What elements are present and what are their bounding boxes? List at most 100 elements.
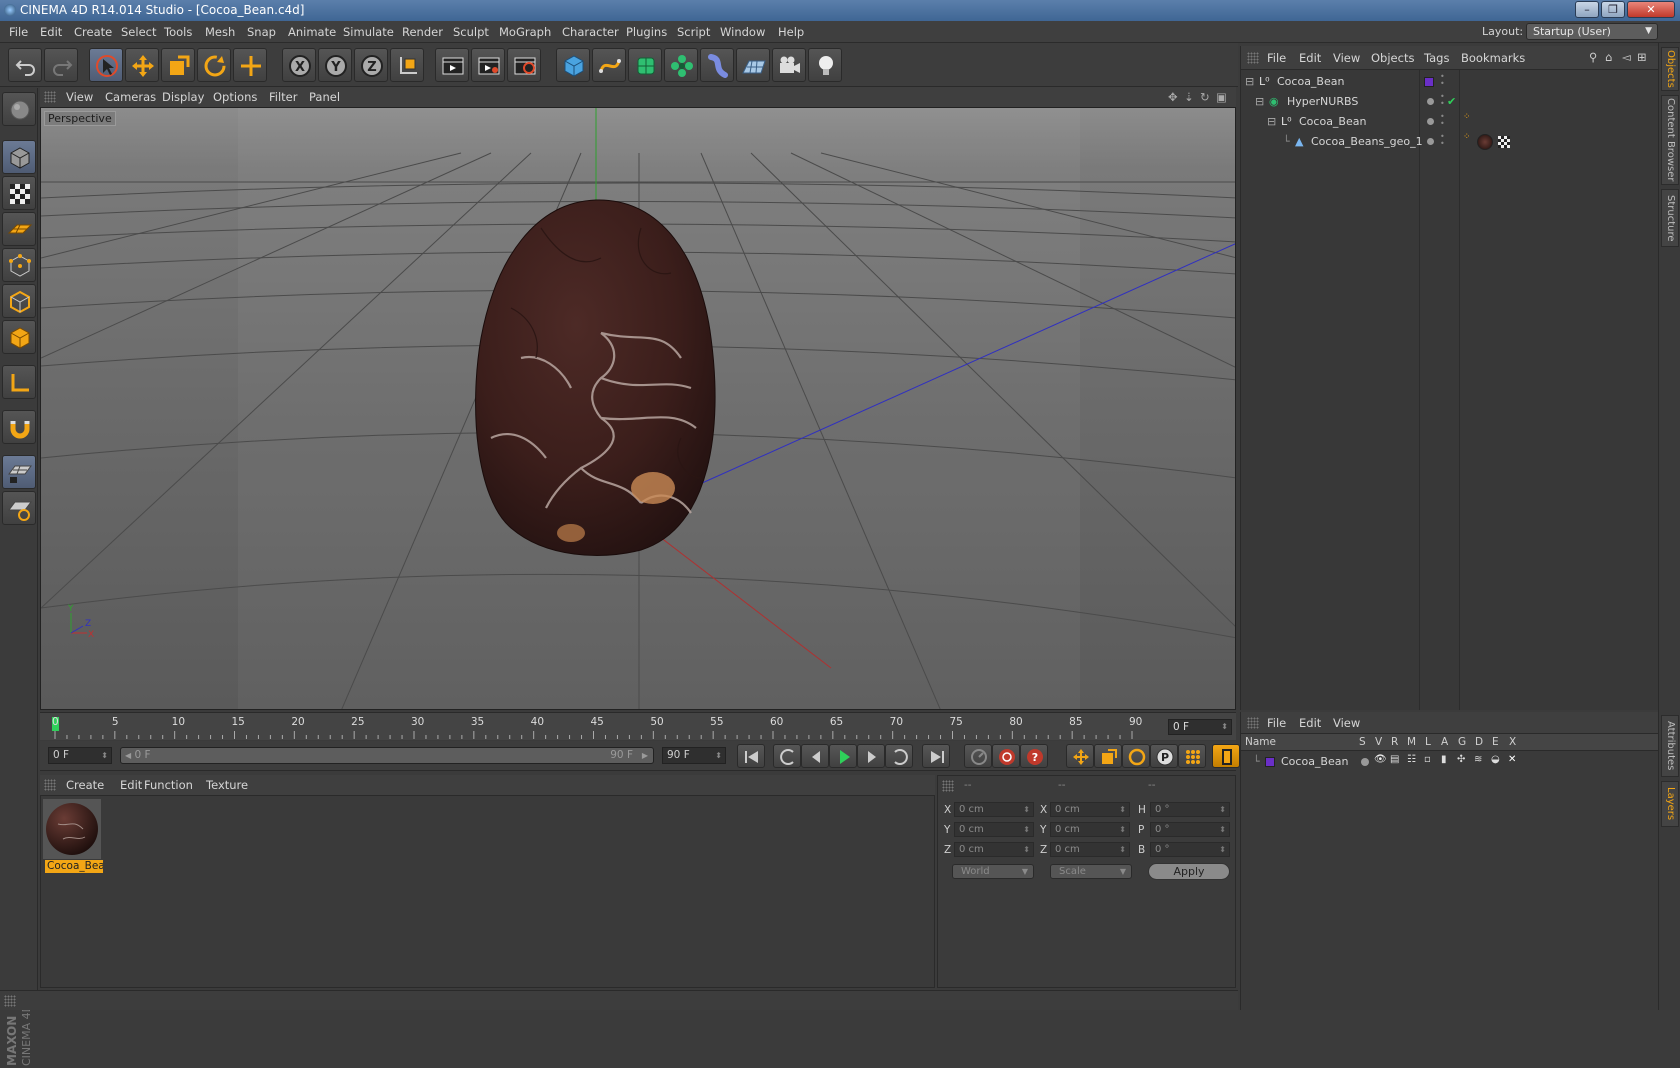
collapse-icon[interactable]: ⊟ xyxy=(1255,95,1264,108)
nurbs-icon[interactable] xyxy=(628,48,662,82)
menu-create[interactable]: Create xyxy=(74,25,112,39)
viewport-maximize-icon[interactable]: ▣ xyxy=(1216,90,1227,104)
manager-list-icon[interactable]: ☷ xyxy=(1407,754,1416,765)
status-dot-icon[interactable] xyxy=(1427,98,1434,105)
search-icon[interactable]: ⚲ xyxy=(1589,50,1597,64)
edges-mode-icon[interactable] xyxy=(2,284,36,318)
layer-color-swatch[interactable] xyxy=(1424,77,1434,87)
panel-grip-icon[interactable] xyxy=(44,91,56,103)
object-menu-bookmarks[interactable]: Bookmarks xyxy=(1461,51,1525,65)
texture-mode-icon[interactable] xyxy=(2,176,36,210)
panel-grip-icon[interactable] xyxy=(1247,52,1259,64)
viewport-move-icon[interactable]: ✥ xyxy=(1168,90,1178,104)
render-picture-viewer-icon[interactable] xyxy=(471,48,505,82)
coord-size-y-field[interactable]: 0 cm ⬍ xyxy=(1050,822,1130,837)
close-button[interactable]: ✕ xyxy=(1627,1,1675,18)
object-menu-file[interactable]: File xyxy=(1267,51,1286,65)
apply-button[interactable]: Apply xyxy=(1148,863,1230,880)
layer-col-locked[interactable]: L xyxy=(1425,736,1431,748)
layer-name[interactable]: Cocoa_Bean xyxy=(1281,755,1348,768)
redo-icon[interactable] xyxy=(44,48,78,82)
menu-plugins[interactable]: Plugins xyxy=(626,25,667,39)
tab-objects[interactable]: Objects xyxy=(1661,47,1679,91)
menu-mograph[interactable]: MoGraph xyxy=(499,25,551,39)
move-icon[interactable] xyxy=(125,48,159,82)
panel-grip-icon[interactable] xyxy=(4,995,16,1007)
layer-col-view[interactable]: V xyxy=(1375,736,1382,748)
eye-icon[interactable]: 👁 xyxy=(1374,754,1387,765)
cube-icon[interactable] xyxy=(556,48,590,82)
render-settings-icon[interactable] xyxy=(507,48,541,82)
menu-animate[interactable]: Animate xyxy=(288,25,336,39)
collapse-icon[interactable]: ⊟ xyxy=(1267,115,1276,128)
visibility-dots-icon[interactable]: • • xyxy=(1440,113,1445,128)
snap-magnet-icon[interactable] xyxy=(2,410,36,444)
viewport-menu-view[interactable]: View xyxy=(66,90,93,104)
key-scale-icon[interactable] xyxy=(1094,744,1122,768)
tab-attributes[interactable]: Attributes xyxy=(1661,715,1679,777)
visibility-dots-icon[interactable]: • • xyxy=(1440,133,1445,148)
coord-rot-h-field[interactable]: 0 ° ⬍ xyxy=(1150,802,1230,817)
layer-menu-view[interactable]: View xyxy=(1333,716,1360,730)
layer-menu-file[interactable]: File xyxy=(1267,716,1286,730)
deformer-icon[interactable] xyxy=(700,48,734,82)
status-dot-icon[interactable] xyxy=(1427,118,1434,125)
timeline-window-icon[interactable] xyxy=(1212,744,1240,768)
tab-layers[interactable]: Layers xyxy=(1661,781,1679,827)
layer-col-render[interactable]: R xyxy=(1391,736,1398,748)
solo-toggle-icon[interactable] xyxy=(1361,758,1369,766)
menu-sculpt[interactable]: Sculpt xyxy=(453,25,489,39)
render-clapper-icon[interactable]: ▤ xyxy=(1390,754,1399,765)
viewport-menu-options[interactable]: Options xyxy=(213,90,257,104)
timeline-ruler[interactable]: 0 5 10 15 20 25 30 35 40 45 50 55 60 65 70 75 80 85 90 0 F… xyxy=(40,712,1236,740)
menu-tools[interactable]: Tools xyxy=(164,25,192,39)
menu-edit[interactable]: Edit xyxy=(40,25,62,39)
home-icon[interactable]: ⌂ xyxy=(1605,50,1612,64)
layer-color-swatch[interactable] xyxy=(1265,757,1275,767)
panel-grip-icon[interactable] xyxy=(1247,717,1259,729)
material-menu-edit[interactable]: Edit xyxy=(120,778,142,792)
object-row-hypernurbs[interactable]: ⊟ ◉ HyperNURBS • • ✔ xyxy=(1241,92,1659,112)
end-frame-field[interactable]: 90 F ⬍ xyxy=(662,747,726,764)
live-selection-icon[interactable] xyxy=(89,48,123,82)
menu-snap[interactable]: Snap xyxy=(247,25,276,39)
material-menu-create[interactable]: Create xyxy=(66,778,104,792)
model-mode-icon[interactable] xyxy=(2,140,36,174)
film-icon[interactable]: ▮ xyxy=(1441,754,1447,765)
coordinate-space-dropdown[interactable]: World ▼ xyxy=(952,864,1034,879)
mograph-cloner-icon[interactable] xyxy=(664,48,698,82)
tab-content-browser[interactable]: Content Browser xyxy=(1661,95,1679,185)
workplane-icon[interactable] xyxy=(2,212,36,246)
z-axis-icon[interactable]: Z xyxy=(354,48,388,82)
light-icon[interactable] xyxy=(808,48,842,82)
key-point-level-icon[interactable] xyxy=(1178,744,1206,768)
coord-pos-z-field[interactable]: 0 cm ⬍ xyxy=(954,842,1034,857)
coord-size-z-field[interactable]: 0 cm ⬍ xyxy=(1050,842,1130,857)
undo-icon[interactable] xyxy=(8,48,42,82)
enabled-check-icon[interactable]: ✔ xyxy=(1447,95,1456,108)
object-row-cocoa-bean-child[interactable]: ⊟ L⁰ Cocoa_Bean • • ⁘ xyxy=(1241,112,1659,132)
menu-select[interactable]: Select xyxy=(121,25,156,39)
x-axis-icon[interactable]: X xyxy=(282,48,316,82)
coord-rot-p-field[interactable]: 0 ° ⬍ xyxy=(1150,822,1230,837)
coord-pos-y-field[interactable]: 0 cm ⬍ xyxy=(954,822,1034,837)
panel-grip-icon[interactable] xyxy=(942,780,954,792)
visibility-dots-icon[interactable]: • • xyxy=(1440,93,1445,108)
scale-icon[interactable] xyxy=(161,48,195,82)
menu-simulate[interactable]: Simulate xyxy=(343,25,394,39)
points-mode-icon[interactable] xyxy=(2,248,36,282)
motion-recording-icon[interactable] xyxy=(964,744,992,768)
viewport-rotate-icon[interactable]: ↻ xyxy=(1200,90,1210,104)
tag-icon[interactable]: ⁘ xyxy=(1463,112,1471,122)
material-swatch[interactable]: Cocoa_Bea xyxy=(43,799,103,873)
start-frame-field[interactable]: 0 F ⬍ xyxy=(48,747,112,764)
material-menu-function[interactable]: Function xyxy=(144,778,193,792)
menu-file[interactable]: File xyxy=(9,25,28,39)
panel-grip-icon[interactable] xyxy=(44,779,56,791)
coord-size-x-field[interactable]: 0 cm ⬍ xyxy=(1050,802,1130,817)
object-menu-view[interactable]: View xyxy=(1333,51,1360,65)
viewport-menu-display[interactable]: Display xyxy=(162,90,204,104)
viewport-zoom-icon[interactable]: ⇣ xyxy=(1184,90,1194,104)
rotate-icon[interactable] xyxy=(197,48,231,82)
material-menu-texture[interactable]: Texture xyxy=(206,778,248,792)
